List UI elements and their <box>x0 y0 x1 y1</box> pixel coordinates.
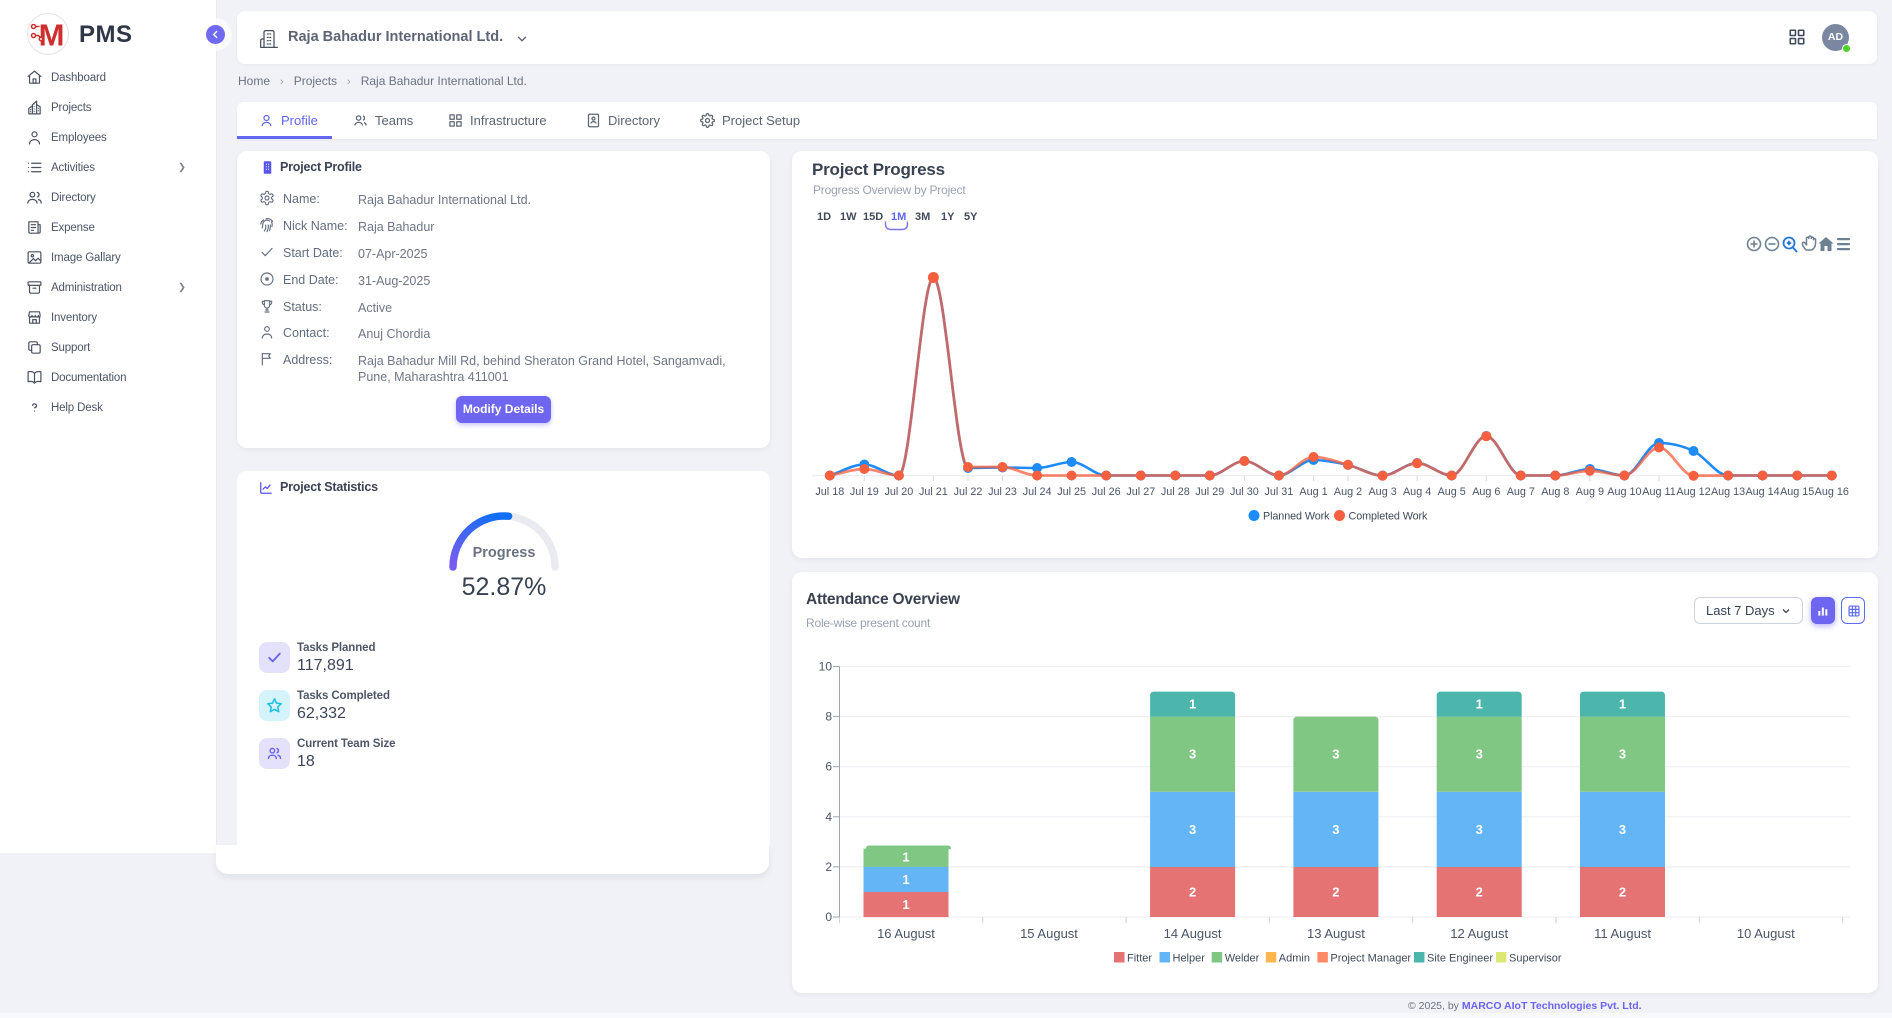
svg-text:11 August: 11 August <box>1594 926 1651 941</box>
svg-text:Admin: Admin <box>1279 953 1310 965</box>
svg-text:Aug 15: Aug 15 <box>1780 486 1814 498</box>
svg-text:Jul 31: Jul 31 <box>1264 486 1293 498</box>
svg-text:8: 8 <box>825 710 832 724</box>
svg-text:Jul 26: Jul 26 <box>1092 486 1121 498</box>
svg-text:Jul 30: Jul 30 <box>1230 486 1259 498</box>
svg-text:Aug 13: Aug 13 <box>1711 486 1745 498</box>
svg-text:1: 1 <box>1619 697 1626 712</box>
svg-text:1: 1 <box>902 897 909 912</box>
svg-text:15 August: 15 August <box>1020 926 1078 941</box>
svg-text:Planned Work: Planned Work <box>1263 511 1330 523</box>
svg-text:Welder: Welder <box>1225 953 1260 965</box>
svg-text:4: 4 <box>825 810 832 824</box>
svg-text:2: 2 <box>1189 885 1196 900</box>
svg-text:Aug 5: Aug 5 <box>1438 486 1466 498</box>
svg-text:6: 6 <box>825 760 832 774</box>
svg-text:Jul 23: Jul 23 <box>988 486 1017 498</box>
svg-text:Supervisor: Supervisor <box>1509 953 1562 965</box>
svg-text:2: 2 <box>1619 885 1626 900</box>
svg-text:Jul 22: Jul 22 <box>954 486 983 498</box>
svg-text:3: 3 <box>1619 747 1626 762</box>
svg-text:1: 1 <box>902 850 909 865</box>
svg-text:14 August: 14 August <box>1164 926 1222 941</box>
svg-text:3: 3 <box>1332 747 1339 762</box>
svg-text:Jul 18: Jul 18 <box>815 486 844 498</box>
svg-text:3: 3 <box>1189 747 1196 762</box>
svg-text:3: 3 <box>1476 822 1483 837</box>
svg-text:Jul 25: Jul 25 <box>1057 486 1086 498</box>
svg-text:3: 3 <box>1332 822 1339 837</box>
svg-text:2: 2 <box>825 860 832 874</box>
svg-text:52.87%: 52.87% <box>462 573 547 601</box>
svg-text:Progress: Progress <box>473 545 536 561</box>
svg-text:Aug 11: Aug 11 <box>1642 486 1675 498</box>
svg-text:Jul 29: Jul 29 <box>1195 486 1224 498</box>
svg-text:Helper: Helper <box>1173 953 1206 965</box>
svg-text:Aug 7: Aug 7 <box>1507 486 1535 498</box>
svg-text:Aug 10: Aug 10 <box>1607 486 1641 498</box>
svg-text:Project Manager: Project Manager <box>1330 953 1411 965</box>
svg-text:2: 2 <box>1332 885 1339 900</box>
svg-text:Aug 1: Aug 1 <box>1299 486 1327 498</box>
svg-text:12 August: 12 August <box>1450 926 1508 941</box>
svg-text:Jul 28: Jul 28 <box>1161 486 1190 498</box>
svg-text:Aug 9: Aug 9 <box>1576 486 1604 498</box>
svg-text:Completed Work: Completed Work <box>1349 511 1429 523</box>
svg-text:Fitter: Fitter <box>1127 953 1152 965</box>
svg-text:1: 1 <box>1476 697 1483 712</box>
svg-text:Aug 3: Aug 3 <box>1368 486 1396 498</box>
svg-text:0: 0 <box>825 910 832 924</box>
svg-text:Aug 4: Aug 4 <box>1403 486 1431 498</box>
svg-text:Jul 19: Jul 19 <box>850 486 879 498</box>
svg-text:M: M <box>39 18 65 53</box>
svg-text:Aug 14: Aug 14 <box>1745 486 1779 498</box>
svg-text:Aug 6: Aug 6 <box>1472 486 1500 498</box>
svg-text:1: 1 <box>902 872 909 887</box>
svg-text:3: 3 <box>1189 822 1196 837</box>
svg-text:Jul 20: Jul 20 <box>884 486 913 498</box>
svg-text:3: 3 <box>1476 747 1483 762</box>
svg-text:Aug 12: Aug 12 <box>1676 486 1710 498</box>
svg-text:10: 10 <box>819 660 833 674</box>
svg-text:Aug 16: Aug 16 <box>1815 486 1849 498</box>
svg-text:3: 3 <box>1619 822 1626 837</box>
svg-text:10 August: 10 August <box>1737 926 1795 941</box>
svg-text:2: 2 <box>1476 885 1483 900</box>
svg-text:Jul 21: Jul 21 <box>919 486 948 498</box>
svg-text:Site Engineer: Site Engineer <box>1427 953 1493 965</box>
svg-text:13 August: 13 August <box>1307 926 1365 941</box>
svg-text:Aug 2: Aug 2 <box>1334 486 1362 498</box>
svg-text:Jul 24: Jul 24 <box>1023 486 1052 498</box>
svg-text:16 August: 16 August <box>877 926 935 941</box>
svg-text:1: 1 <box>1189 697 1196 712</box>
svg-text:Aug 8: Aug 8 <box>1541 486 1569 498</box>
svg-text:Jul 27: Jul 27 <box>1126 486 1155 498</box>
